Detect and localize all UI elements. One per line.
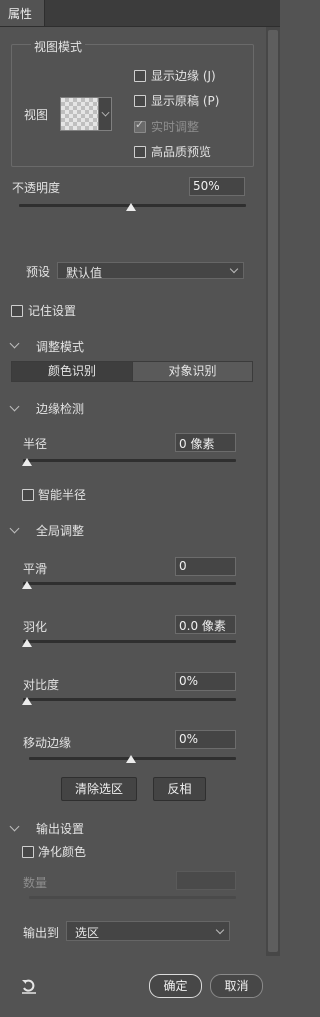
ok-button[interactable]: 确定 [149, 974, 202, 998]
smooth-label: 平滑 [23, 562, 48, 576]
preset-value: 默认值 [66, 266, 103, 280]
hq-preview-label: 高品质预览 [151, 145, 212, 159]
adjust-mode-chevron-icon[interactable] [9, 338, 20, 349]
show-edges-checkbox[interactable] [134, 70, 146, 82]
smart-radius-checkbox[interactable] [22, 489, 34, 501]
realtime-checkbox[interactable] [134, 118, 146, 133]
contrast-label: 对比度 [23, 678, 60, 692]
opacity-input[interactable]: 50% [189, 177, 245, 196]
scrollbar-thumb[interactable] [268, 30, 278, 952]
clear-selection-button[interactable]: 清除选区 [61, 777, 137, 801]
radius-input[interactable]: 0 像素 [175, 433, 236, 452]
remember-checkbox[interactable] [11, 305, 23, 317]
remember-label: 记住设置 [28, 304, 77, 318]
radius-slider-thumb[interactable] [22, 458, 32, 466]
opacity-slider-thumb[interactable] [126, 203, 136, 211]
output-title: 输出设置 [36, 822, 85, 836]
amount-label: 数量 [23, 876, 48, 890]
contrast-input[interactable]: 0% [175, 672, 236, 691]
chevron-down-icon [215, 925, 225, 935]
show-original-checkbox[interactable] [134, 95, 146, 107]
output-to-label: 输出到 [23, 926, 60, 940]
smooth-input[interactable]: 0 [175, 557, 236, 576]
shift-edge-input[interactable]: 0% [175, 730, 236, 749]
adjust-mode-title: 调整模式 [36, 340, 85, 354]
global-chevron-icon[interactable] [9, 523, 20, 534]
output-chevron-icon[interactable] [9, 821, 20, 832]
contrast-slider-thumb[interactable] [22, 697, 32, 705]
shift-edge-label: 移动边缘 [23, 736, 72, 750]
show-edges-label: 显示边缘 (J) [151, 69, 216, 83]
radius-label: 半径 [23, 437, 48, 451]
smart-radius-label: 智能半径 [38, 488, 87, 502]
color-aware-button[interactable]: 颜色识别 [11, 361, 133, 382]
view-mode-legend: 视图模式 [31, 38, 86, 55]
preset-select[interactable]: 默认值 [57, 262, 244, 280]
output-to-value: 选区 [75, 926, 100, 940]
view-thumbnail[interactable] [60, 97, 100, 131]
realtime-label: 实时调整 [151, 120, 200, 134]
object-aware-button[interactable]: 对象识别 [132, 361, 253, 382]
view-dropdown-button[interactable] [98, 97, 112, 131]
feather-slider-thumb[interactable] [22, 639, 32, 647]
feather-label: 羽化 [23, 620, 48, 634]
output-to-select[interactable]: 选区 [66, 921, 230, 941]
amount-slider-track [29, 896, 236, 899]
feather-input[interactable]: 0.0 像素 [175, 615, 236, 634]
shift-edge-slider-thumb[interactable] [126, 755, 136, 763]
chevron-down-icon [229, 264, 239, 274]
preset-label: 预设 [26, 265, 51, 279]
decontaminate-checkbox[interactable] [22, 846, 34, 858]
global-title: 全局调整 [36, 524, 85, 538]
smooth-slider-thumb[interactable] [22, 581, 32, 589]
view-label: 视图 [24, 108, 49, 122]
amount-input [176, 871, 236, 890]
edge-detect-chevron-icon[interactable] [9, 401, 20, 412]
contrast-slider-track[interactable] [23, 698, 236, 701]
cancel-button[interactable]: 取消 [210, 974, 263, 998]
radius-slider-track[interactable] [23, 459, 236, 462]
tab-label: 属性 [8, 7, 33, 21]
smooth-slider-track[interactable] [23, 582, 236, 585]
edge-detect-title: 边缘检测 [36, 402, 85, 416]
opacity-label: 不透明度 [12, 181, 61, 195]
hq-preview-checkbox[interactable] [134, 146, 146, 158]
tab-properties[interactable]: 属性 [0, 0, 45, 26]
chevron-down-icon [101, 108, 110, 117]
decontaminate-label: 净化颜色 [38, 845, 87, 859]
show-original-label: 显示原稿 (P) [151, 94, 220, 108]
feather-slider-track[interactable] [23, 640, 236, 643]
invert-button[interactable]: 反相 [153, 777, 206, 801]
reset-icon[interactable] [20, 977, 38, 995]
